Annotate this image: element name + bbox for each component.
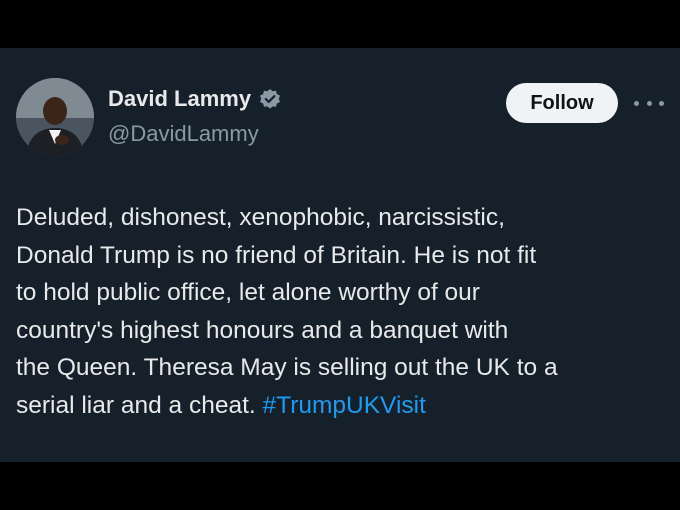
tweet-text-line: country's highest honours and a banquet … [16, 316, 509, 344]
tweet-text-line: to hold public office, let alone worthy … [16, 279, 480, 306]
hashtag-link[interactable]: #TrumpUKVisit [263, 392, 426, 419]
tweet-text-final-phrase: serial liar and a cheat. [16, 391, 256, 419]
tweet-text-last-line: serial liar and a cheat. #TrumpUKVisit [16, 387, 666, 425]
more-dot [659, 100, 664, 106]
tweet-text-line: Donald Trump is no friend of Britain. He… [16, 241, 537, 269]
more-horizontal-icon[interactable] [634, 94, 664, 112]
screenshot-frame: David Lammy @DavidLammy Follow Deluded, … [0, 0, 680, 510]
author-name[interactable]: David Lammy [108, 86, 281, 112]
author-name-text[interactable]: David Lammy [108, 86, 251, 112]
tweet-text-line: Deluded, dishonest, xenophobic, narcissi… [16, 204, 505, 231]
verified-badge-icon [260, 89, 281, 109]
person-avatar-icon [16, 78, 94, 156]
more-dot [646, 100, 652, 106]
tweet-text: Deluded, dishonest, xenophobic, narcissi… [16, 199, 666, 424]
follow-button[interactable]: Follow [506, 83, 618, 123]
author-handle[interactable]: @DavidLammy [108, 121, 259, 147]
author-avatar[interactable] [16, 78, 94, 156]
more-dot [634, 100, 639, 106]
tweet-text-line: the Queen. Theresa May is selling out th… [16, 354, 558, 381]
